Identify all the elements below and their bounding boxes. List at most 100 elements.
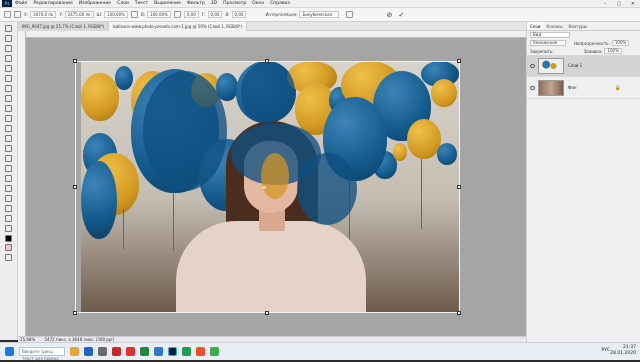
- close-icon[interactable]: ✕: [626, 0, 640, 8]
- file-explorer-icon[interactable]: [70, 347, 79, 356]
- transform-handle-bottom[interactable]: [265, 311, 269, 315]
- h-skew-field[interactable]: 0,00: [207, 11, 223, 18]
- telegram-icon[interactable]: [154, 347, 163, 356]
- gradient-tool-icon[interactable]: [5, 145, 12, 152]
- path-select-tool-icon[interactable]: [5, 195, 12, 202]
- layer-name[interactable]: Слой 1: [568, 63, 582, 68]
- opacity-field[interactable]: 100%: [611, 40, 630, 46]
- transform-handle-top[interactable]: [265, 59, 269, 63]
- ruler-horizontal[interactable]: [26, 31, 526, 38]
- interpolation-select[interactable]: Бикубическая: [299, 11, 340, 18]
- interpolation-label: Интерполяция:: [265, 12, 298, 17]
- transform-handle-bottom-right[interactable]: [457, 311, 461, 315]
- width-field[interactable]: 100,00%: [104, 11, 128, 18]
- commit-transform-icon[interactable]: ✓: [398, 11, 404, 19]
- hand-tool-icon[interactable]: [5, 215, 12, 222]
- transform-handle-top-left[interactable]: [73, 59, 77, 63]
- system-clock[interactable]: 21:37 28.01.2020: [610, 345, 636, 357]
- link-icon[interactable]: [130, 11, 138, 18]
- lasso-tool-icon[interactable]: [5, 45, 12, 52]
- stamp-tool-icon[interactable]: [5, 115, 12, 122]
- edge-icon[interactable]: [84, 347, 93, 356]
- windows-start-icon[interactable]: [5, 347, 14, 356]
- menu-help[interactable]: Справка: [270, 1, 290, 6]
- transform-handle-right[interactable]: [457, 185, 461, 189]
- eye-icon[interactable]: [530, 63, 535, 68]
- blend-mode-select[interactable]: Умножение: [530, 40, 566, 46]
- move-tool-icon[interactable]: [5, 25, 12, 32]
- powerpoint-icon[interactable]: [196, 347, 205, 356]
- eraser-tool-icon[interactable]: [5, 135, 12, 142]
- taskbar-search-input[interactable]: Введите здесь текст для поиска: [19, 347, 65, 361]
- transform-handle-left[interactable]: [73, 185, 77, 189]
- photoshop-taskbar-icon[interactable]: [168, 347, 177, 356]
- blur-tool-icon[interactable]: [5, 155, 12, 162]
- dodge-tool-icon[interactable]: [5, 165, 12, 172]
- move-tool-icon[interactable]: [4, 11, 11, 18]
- yandex-icon[interactable]: [112, 347, 121, 356]
- menu-layers[interactable]: Слои: [117, 1, 129, 6]
- foreground-color-swatch[interactable]: [5, 235, 12, 242]
- layer-name[interactable]: Фон: [568, 85, 577, 90]
- menu-file[interactable]: Файл: [15, 1, 27, 6]
- background-color-swatch[interactable]: [5, 244, 12, 251]
- reference-point-icon[interactable]: [14, 11, 21, 18]
- brush-tool-icon[interactable]: [5, 105, 12, 112]
- opera-icon[interactable]: [126, 347, 135, 356]
- layer-row-1[interactable]: Слой 1: [527, 55, 640, 77]
- store-icon[interactable]: [98, 347, 107, 356]
- shape-tool-icon[interactable]: [5, 205, 12, 212]
- frame-tool-icon[interactable]: [5, 75, 12, 82]
- menu-window[interactable]: Окно: [252, 1, 264, 6]
- tab-layers[interactable]: Слои: [527, 22, 544, 30]
- chrome-icon[interactable]: [140, 347, 149, 356]
- h-label: В:: [140, 12, 146, 17]
- reference-point-icon[interactable]: ⌖: [262, 183, 267, 193]
- app-icon[interactable]: [210, 347, 219, 356]
- healing-tool-icon[interactable]: [5, 95, 12, 102]
- menu-type[interactable]: Текст: [135, 1, 148, 6]
- quick-select-tool-icon[interactable]: [5, 55, 12, 62]
- overlay-balloon: [297, 153, 357, 225]
- tab-document-2[interactable]: balloons-www.photo-presets.com-1.jpg @ 5…: [109, 22, 248, 31]
- maximize-icon[interactable]: ▢: [612, 0, 626, 8]
- crop-tool-icon[interactable]: [5, 65, 12, 72]
- history-brush-tool-icon[interactable]: [5, 125, 12, 132]
- eyedropper-tool-icon[interactable]: [5, 85, 12, 92]
- menu-filter[interactable]: Фильтр: [187, 1, 205, 6]
- x-field[interactable]: 3470,0 пк: [30, 11, 57, 18]
- ruler-vertical[interactable]: [18, 31, 26, 336]
- angle-field[interactable]: 0,00: [183, 11, 199, 18]
- menu-3d[interactable]: 3D: [211, 1, 217, 6]
- pen-tool-icon[interactable]: [5, 175, 12, 182]
- menu-edit[interactable]: Редактирование: [33, 1, 72, 6]
- language-indicator[interactable]: РУС: [601, 348, 610, 353]
- camtasia-icon[interactable]: [182, 347, 191, 356]
- canvas-image[interactable]: [81, 61, 460, 313]
- tab-document-1[interactable]: IMG_9047.jpg @ 25,7% (Слой 1, RGB/8*): [18, 22, 110, 31]
- tab-paths[interactable]: Контуры: [565, 22, 589, 30]
- minimize-icon[interactable]: –: [598, 0, 612, 8]
- panel-tabs: Слои Каналы Контуры: [527, 22, 640, 31]
- layer-filter-row: Вид: [527, 31, 640, 39]
- v-skew-field[interactable]: 0,00: [231, 11, 247, 18]
- layer-row-2[interactable]: Фон 🔒: [527, 77, 640, 99]
- zoom-tool-icon[interactable]: [5, 225, 12, 232]
- layer-filter-select[interactable]: Вид: [530, 32, 570, 38]
- height-field[interactable]: 100,00%: [147, 11, 171, 18]
- tab-channels[interactable]: Каналы: [543, 22, 565, 30]
- y-field[interactable]: 2475,00 пк: [64, 11, 94, 18]
- fill-field[interactable]: 100%: [604, 48, 622, 54]
- marquee-tool-icon[interactable]: [5, 35, 12, 42]
- menu-view[interactable]: Просмотр: [223, 1, 246, 6]
- quick-mask-icon[interactable]: [5, 254, 12, 261]
- menu-select[interactable]: Выделение: [154, 1, 181, 6]
- warp-icon[interactable]: [346, 11, 354, 18]
- transform-handle-bottom-left[interactable]: [73, 311, 77, 315]
- menu-image[interactable]: Изображение: [79, 1, 111, 6]
- cancel-transform-icon[interactable]: ⊘: [386, 11, 392, 19]
- transform-handle-top-right[interactable]: [457, 59, 461, 63]
- y-label: Y:: [59, 12, 63, 17]
- eye-icon[interactable]: [530, 85, 535, 90]
- type-tool-icon[interactable]: [5, 185, 12, 192]
